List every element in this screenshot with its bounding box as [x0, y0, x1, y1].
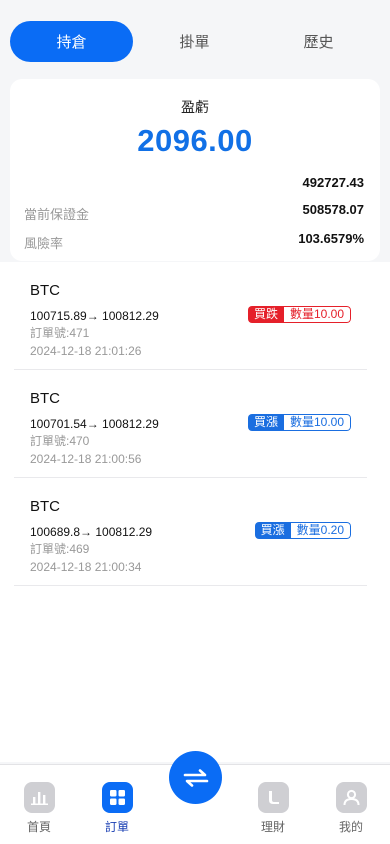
- summary-row-balance: 492727.43: [24, 175, 364, 195]
- nav-orders[interactable]: 訂單: [92, 782, 142, 835]
- tab-pending[interactable]: 掛單: [133, 21, 256, 62]
- position-quantity: 數量0.20: [290, 522, 351, 539]
- position-symbol: BTC: [30, 498, 60, 515]
- position-order-number: 訂單號:469: [30, 542, 90, 556]
- grid-icon: [101, 782, 133, 813]
- pnl-summary-card: 盈虧 2096.00 492727.43 當前保證金 508578.07 風險率…: [10, 79, 380, 261]
- summary-row-key: 當前保證金: [24, 207, 90, 222]
- swap-icon: [183, 768, 208, 787]
- summary-row-margin: 當前保證金 508578.07: [24, 202, 364, 222]
- position-symbol: BTC: [30, 390, 60, 407]
- tab-history[interactable]: 歷史: [257, 21, 380, 62]
- nav-label: 首頁: [26, 820, 51, 834]
- nav-label: 理財: [260, 820, 285, 834]
- summary-row-key: 風險率: [24, 236, 64, 251]
- nav-label: 我的: [338, 820, 363, 834]
- position-order-number: 訂單號:470: [30, 434, 90, 448]
- tab-holdings[interactable]: 持倉: [10, 21, 133, 62]
- nav-wealth[interactable]: 理財: [248, 782, 298, 835]
- summary-row-risk: 風險率 103.6579%: [24, 231, 364, 251]
- position-item[interactable]: BTC 100689.8→ 100812.29 訂單號:469 2024-12-…: [14, 478, 367, 586]
- position-price: 100715.89→ 100812.29: [30, 309, 159, 323]
- position-order-number: 訂單號:471: [30, 326, 90, 340]
- pnl-value: 2096.00: [137, 123, 253, 158]
- positions-list: BTC 100715.89→ 100812.29 訂單號:471 2024-12…: [0, 262, 390, 762]
- position-side: 買漲: [254, 522, 291, 539]
- chart-icon: [23, 782, 55, 813]
- summary-row-value: 508578.07: [302, 202, 364, 217]
- tab-bar: 持倉 掛單 歷史: [0, 0, 390, 76]
- position-time: 2024-12-18 21:00:56: [30, 452, 142, 466]
- user-icon: [335, 782, 367, 813]
- wallet-icon: [257, 782, 289, 813]
- position-price: 100701.54→ 100812.29: [30, 417, 159, 431]
- position-symbol: BTC: [30, 282, 60, 299]
- nav-home[interactable]: 首頁: [14, 782, 64, 835]
- position-item[interactable]: BTC 100715.89→ 100812.29 訂單號:471 2024-12…: [14, 262, 367, 370]
- position-badge: 買漲 數量10.00: [247, 414, 351, 431]
- position-time: 2024-12-18 21:00:34: [30, 560, 142, 574]
- swap-button[interactable]: [169, 751, 222, 804]
- position-side: 買跌: [247, 306, 284, 323]
- position-quantity: 數量10.00: [283, 306, 351, 323]
- position-badge: 買漲 數量0.20: [254, 522, 351, 539]
- pnl-label: 盈虧: [181, 99, 209, 115]
- position-badge: 買跌 數量10.00: [247, 306, 351, 323]
- summary-row-value: 492727.43: [302, 175, 364, 190]
- position-quantity: 數量10.00: [283, 414, 351, 431]
- nav-label: 訂單: [104, 820, 129, 834]
- nav-profile[interactable]: 我的: [326, 782, 376, 835]
- position-price: 100689.8→ 100812.29: [30, 525, 153, 539]
- position-time: 2024-12-18 21:01:26: [30, 344, 142, 358]
- position-side: 買漲: [247, 414, 284, 431]
- summary-row-value: 103.6579%: [298, 231, 364, 246]
- position-item[interactable]: BTC 100701.54→ 100812.29 訂單號:470 2024-12…: [14, 370, 367, 478]
